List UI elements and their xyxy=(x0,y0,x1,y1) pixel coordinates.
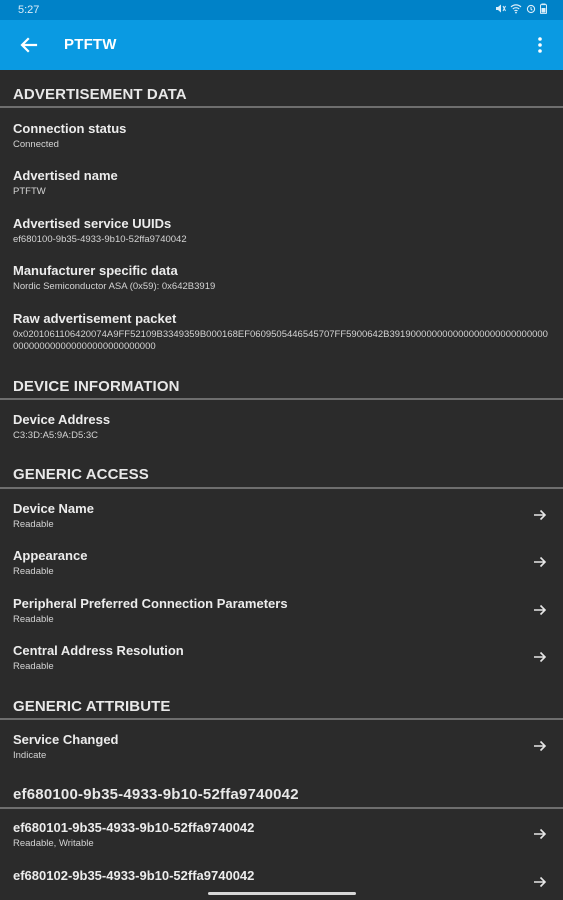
arrow-right-icon[interactable] xyxy=(531,737,549,755)
item-title: Peripheral Preferred Connection Paramete… xyxy=(13,596,288,611)
item-value: PTFTW xyxy=(13,186,46,197)
section-title: DEVICE INFORMATION xyxy=(13,378,180,395)
list-item-connection-status: Connection status Connected xyxy=(0,121,563,157)
arrow-right-icon[interactable] xyxy=(531,873,549,891)
list-item-manufacturer-data: Manufacturer specific data Nordic Semico… xyxy=(0,263,563,299)
item-title: ef680101-9b35-4933-9b10-52ffa9740042 xyxy=(13,820,255,835)
item-title: ef680102-9b35-4933-9b10-52ffa9740042 xyxy=(13,868,255,883)
item-value: Readable xyxy=(13,519,54,530)
item-title: Central Address Resolution xyxy=(13,643,184,658)
arrow-right-icon[interactable] xyxy=(531,553,549,571)
characteristic-service-changed[interactable]: Service Changed Indicate xyxy=(0,732,563,768)
characteristic-ef680102[interactable]: ef680102-9b35-4933-9b10-52ffa9740042 xyxy=(0,868,563,900)
status-time: 5:27 xyxy=(18,4,40,16)
alarm-icon xyxy=(526,4,536,14)
back-arrow-icon[interactable] xyxy=(16,33,42,57)
item-value: ef680100-9b35-4933-9b10-52ffa9740042 xyxy=(13,234,187,245)
section-title: ADVERTISEMENT DATA xyxy=(13,86,187,103)
item-title: Connection status xyxy=(13,121,127,136)
item-title: Advertised name xyxy=(13,168,118,183)
characteristic-ef680101[interactable]: ef680101-9b35-4933-9b10-52ffa9740042 Rea… xyxy=(0,820,563,856)
characteristic-peripheral-preferred-connection-parameters[interactable]: Peripheral Preferred Connection Paramete… xyxy=(0,596,563,632)
divider xyxy=(0,106,563,108)
item-value: Readable xyxy=(13,661,54,672)
item-value: Indicate xyxy=(13,750,47,761)
arrow-right-icon[interactable] xyxy=(531,601,549,619)
list-item-device-address: Device Address C3:3D:A5:9A:D5:3C xyxy=(0,412,563,448)
item-value: Nordic Semiconductor ASA (0x59): 0x642B3… xyxy=(13,281,216,292)
item-title: Device Name xyxy=(13,501,94,516)
list-item-raw-packet: Raw advertisement packet 0x0201061106420… xyxy=(0,311,563,359)
app-bar: PTFTW xyxy=(0,20,563,70)
item-title: Advertised service UUIDs xyxy=(13,216,172,231)
section-title: GENERIC ACCESS xyxy=(13,466,149,483)
status-bar: 5:27 xyxy=(0,0,563,20)
characteristic-central-address-resolution[interactable]: Central Address Resolution Readable xyxy=(0,643,563,679)
divider xyxy=(0,718,563,720)
more-vert-icon[interactable] xyxy=(533,35,547,55)
arrow-right-icon[interactable] xyxy=(531,506,549,524)
section-title: ef680100-9b35-4933-9b10-52ffa9740042 xyxy=(13,786,299,803)
item-title: Appearance xyxy=(13,548,88,563)
arrow-right-icon[interactable] xyxy=(531,648,549,666)
divider xyxy=(0,398,563,400)
battery-icon xyxy=(540,3,547,14)
page-title: PTFTW xyxy=(64,36,117,53)
status-icons xyxy=(495,3,547,14)
item-title: Device Address xyxy=(13,412,111,427)
item-value: Connected xyxy=(13,139,59,150)
divider xyxy=(0,487,563,489)
wifi-icon xyxy=(510,4,522,14)
section-title: GENERIC ATTRIBUTE xyxy=(13,698,171,715)
gesture-nav-handle[interactable] xyxy=(208,892,356,895)
item-title: Manufacturer specific data xyxy=(13,263,178,278)
list-item-advertised-name: Advertised name PTFTW xyxy=(0,168,563,204)
item-title: Raw advertisement packet xyxy=(13,311,177,326)
item-value: 0x0201061106420074A9FF52109B3349359B0001… xyxy=(13,329,548,352)
device-details-list[interactable]: ADVERTISEMENT DATA Connection status Con… xyxy=(0,70,563,900)
list-item-service-uuids: Advertised service UUIDs ef680100-9b35-4… xyxy=(0,216,563,252)
characteristic-appearance[interactable]: Appearance Readable xyxy=(0,548,563,584)
mute-icon xyxy=(496,4,506,13)
item-value: Readable, Writable xyxy=(13,838,94,849)
item-title: Service Changed xyxy=(13,732,119,747)
item-value: Readable xyxy=(13,614,54,625)
arrow-right-icon[interactable] xyxy=(531,825,549,843)
characteristic-device-name[interactable]: Device Name Readable xyxy=(0,501,563,537)
divider xyxy=(0,807,563,809)
item-value: Readable xyxy=(13,566,54,577)
item-value: C3:3D:A5:9A:D5:3C xyxy=(13,430,99,441)
